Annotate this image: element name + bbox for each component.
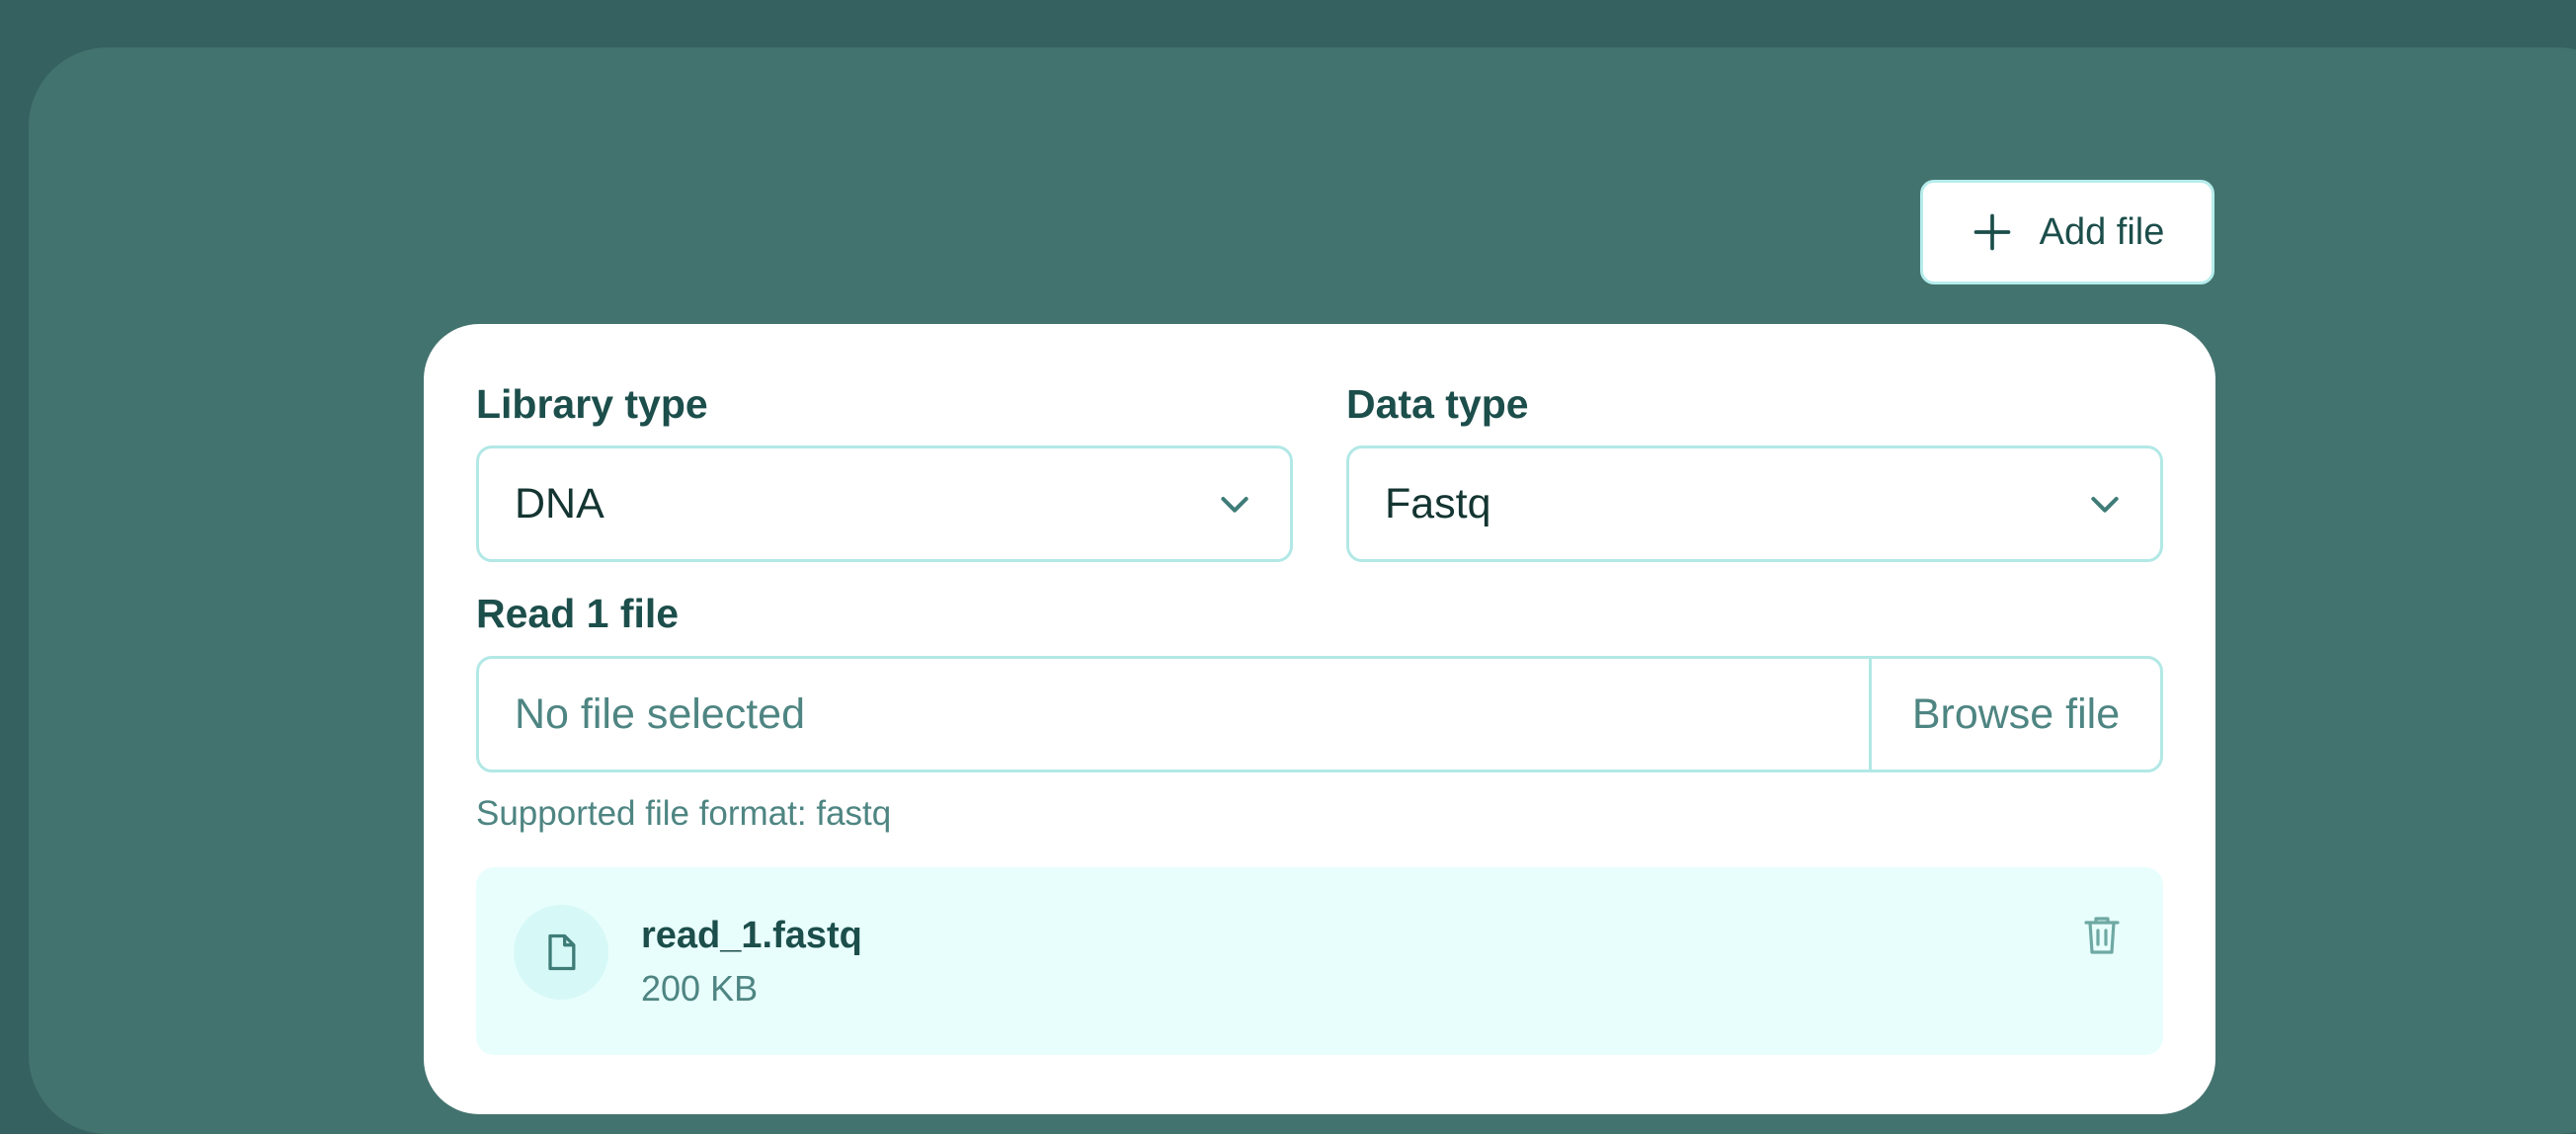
data-type-label: Data type: [1346, 381, 1529, 427]
trash-icon[interactable]: [2078, 911, 2126, 958]
add-file-button[interactable]: Add file: [1920, 180, 2214, 284]
chevron-down-icon: [1221, 497, 1248, 513]
data-type-value: Fastq: [1385, 479, 1491, 527]
plus-icon: [1973, 213, 2010, 251]
upload-form-card: Library type DNA Data type Fastq Read 1 …: [424, 324, 2215, 1114]
chevron-down-icon: [2091, 497, 2119, 513]
browse-file-button[interactable]: Browse file: [1869, 659, 2160, 770]
uploaded-file-item: read_1.fastq 200 KB: [476, 867, 2163, 1055]
supported-format-hint: Supported file format: fastq: [476, 794, 892, 833]
read1-file-input[interactable]: No file selected Browse file: [476, 656, 2163, 772]
add-file-label: Add file: [2039, 210, 2165, 253]
file-icon: [548, 933, 576, 971]
library-type-label: Library type: [476, 381, 708, 427]
read1-file-label: Read 1 file: [476, 591, 680, 636]
library-type-value: DNA: [515, 479, 604, 527]
library-type-select[interactable]: DNA: [476, 446, 1293, 562]
file-name: read_1.fastq: [641, 915, 862, 956]
file-size: 200 KB: [641, 968, 759, 1009]
read1-file-placeholder: No file selected: [515, 689, 805, 738]
data-type-select[interactable]: Fastq: [1346, 446, 2163, 562]
file-icon-badge: [514, 905, 608, 1000]
